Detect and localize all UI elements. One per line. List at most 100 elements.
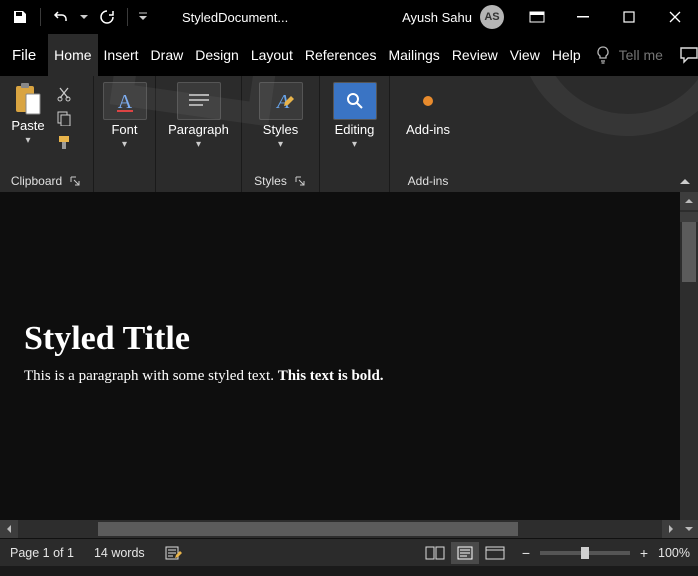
tab-layout[interactable]: Layout bbox=[245, 34, 299, 76]
tab-insert[interactable]: Insert bbox=[98, 34, 145, 76]
spellcheck-icon bbox=[165, 545, 183, 561]
undo-icon bbox=[53, 9, 69, 25]
scroll-thumb-horizontal[interactable] bbox=[98, 522, 518, 536]
document-title: StyledDocument... bbox=[182, 10, 288, 25]
minimize-icon bbox=[577, 11, 589, 23]
undo-button[interactable] bbox=[47, 2, 75, 32]
undo-dropdown[interactable] bbox=[77, 2, 91, 32]
user-name: Ayush Sahu bbox=[402, 10, 472, 25]
comments-button[interactable] bbox=[679, 34, 698, 76]
tab-review[interactable]: Review bbox=[446, 34, 504, 76]
tell-me-input[interactable] bbox=[619, 47, 671, 63]
save-button[interactable] bbox=[6, 2, 34, 32]
paragraph-bold: This text is bold. bbox=[278, 368, 384, 384]
close-button[interactable] bbox=[652, 0, 698, 34]
menu-bar: File Home Insert Draw Design Layout Refe… bbox=[0, 34, 698, 76]
styles-dialog-launcher[interactable] bbox=[293, 174, 307, 188]
document-heading[interactable]: Styled Title bbox=[24, 320, 656, 358]
clipboard-dialog-launcher[interactable] bbox=[68, 174, 82, 188]
page[interactable]: Styled Title This is a paragraph with so… bbox=[0, 292, 680, 413]
zoom-in-button[interactable]: + bbox=[636, 545, 652, 561]
paste-icon bbox=[13, 82, 43, 116]
read-mode-button[interactable] bbox=[421, 542, 449, 564]
scroll-down-button[interactable] bbox=[680, 520, 698, 538]
editing-label: Editing bbox=[335, 122, 375, 137]
copy-button[interactable] bbox=[54, 108, 74, 128]
comment-icon bbox=[679, 46, 698, 64]
account-button[interactable]: Ayush Sahu AS bbox=[402, 5, 504, 29]
qat-customize[interactable] bbox=[134, 2, 152, 32]
scroll-up-button[interactable] bbox=[680, 192, 698, 210]
collapse-ribbon-button[interactable] bbox=[676, 174, 694, 190]
split-handle[interactable] bbox=[680, 212, 698, 222]
zoom-level[interactable]: 100% bbox=[658, 546, 690, 560]
zoom-slider[interactable] bbox=[540, 551, 630, 555]
title-bar: StyledDocument... Ayush Sahu AS bbox=[0, 0, 698, 34]
document-area[interactable]: Styled Title This is a paragraph with so… bbox=[0, 192, 698, 538]
tell-me-search[interactable] bbox=[587, 34, 679, 76]
scroll-thumb-vertical[interactable] bbox=[682, 222, 696, 282]
word-count-status[interactable]: 14 words bbox=[84, 539, 155, 566]
tab-references[interactable]: References bbox=[299, 34, 383, 76]
ribbon-group-paragraph: Paragraph ▾ bbox=[156, 76, 242, 192]
paragraph-label: Paragraph bbox=[168, 122, 229, 137]
tab-view[interactable]: View bbox=[504, 34, 546, 76]
scroll-right-button[interactable] bbox=[662, 520, 680, 538]
scroll-left-button[interactable] bbox=[0, 520, 18, 538]
tab-draw[interactable]: Draw bbox=[145, 34, 190, 76]
scroll-track-vertical[interactable] bbox=[680, 222, 698, 520]
font-button[interactable]: A Font ▾ bbox=[98, 80, 151, 150]
chevron-down-icon bbox=[138, 12, 148, 22]
print-layout-button[interactable] bbox=[451, 542, 479, 564]
tab-help[interactable]: Help bbox=[546, 34, 587, 76]
status-bar: Page 1 of 1 14 words − + 100% bbox=[0, 538, 698, 566]
format-painter-button[interactable] bbox=[54, 132, 74, 152]
paragraph-button[interactable]: Paragraph ▾ bbox=[160, 80, 237, 150]
group-label-styles: Styles bbox=[254, 174, 287, 188]
format-painter-icon bbox=[56, 134, 72, 150]
tab-design[interactable]: Design bbox=[189, 34, 245, 76]
close-icon bbox=[669, 11, 681, 23]
ribbon-group-addins: Add-ins Add-ins bbox=[390, 76, 466, 192]
chevron-left-icon bbox=[5, 524, 13, 534]
tab-home[interactable]: Home bbox=[48, 34, 97, 76]
chevron-down-icon: ▾ bbox=[25, 135, 30, 146]
chevron-down-icon bbox=[80, 13, 88, 21]
web-layout-icon bbox=[485, 546, 505, 560]
ribbon-display-options[interactable] bbox=[514, 0, 560, 34]
paste-button[interactable]: Paste ▾ bbox=[4, 80, 52, 146]
styles-icon: A bbox=[267, 88, 295, 114]
zoom-control: − + 100% bbox=[510, 545, 698, 561]
minimize-button[interactable] bbox=[560, 0, 606, 34]
zoom-slider-knob[interactable] bbox=[581, 547, 589, 559]
maximize-button[interactable] bbox=[606, 0, 652, 34]
cut-icon bbox=[56, 86, 72, 102]
styles-button[interactable]: A Styles ▾ bbox=[251, 80, 311, 150]
save-icon bbox=[12, 9, 28, 25]
page-number-status[interactable]: Page 1 of 1 bbox=[0, 539, 84, 566]
tab-mailings[interactable]: Mailings bbox=[382, 34, 445, 76]
dialog-launcher-icon bbox=[295, 176, 305, 186]
font-label: Font bbox=[111, 122, 137, 137]
chevron-down-icon: ▾ bbox=[352, 139, 357, 150]
chevron-up-icon bbox=[679, 177, 691, 187]
group-label-addins: Add-ins bbox=[408, 174, 449, 188]
paragraph-plain: This is a paragraph with some styled tex… bbox=[24, 368, 278, 384]
scroll-track-horizontal[interactable] bbox=[18, 520, 662, 538]
addins-button[interactable]: Add-ins bbox=[398, 80, 458, 137]
vertical-scrollbar[interactable] bbox=[680, 192, 698, 538]
paste-label: Paste bbox=[11, 118, 44, 133]
redo-button[interactable] bbox=[93, 2, 121, 32]
lightbulb-icon bbox=[595, 45, 611, 65]
zoom-out-button[interactable]: − bbox=[518, 545, 534, 561]
document-paragraph[interactable]: This is a paragraph with some styled tex… bbox=[24, 368, 656, 385]
horizontal-scrollbar[interactable] bbox=[0, 520, 680, 538]
spellcheck-status[interactable] bbox=[155, 539, 193, 566]
editing-button[interactable]: Editing ▾ bbox=[325, 80, 385, 150]
font-icon: A bbox=[113, 89, 137, 113]
cut-button[interactable] bbox=[54, 84, 74, 104]
tab-file[interactable]: File bbox=[0, 34, 48, 76]
web-layout-button[interactable] bbox=[481, 542, 509, 564]
find-icon bbox=[344, 90, 366, 112]
ribbon-options-icon bbox=[529, 11, 545, 23]
